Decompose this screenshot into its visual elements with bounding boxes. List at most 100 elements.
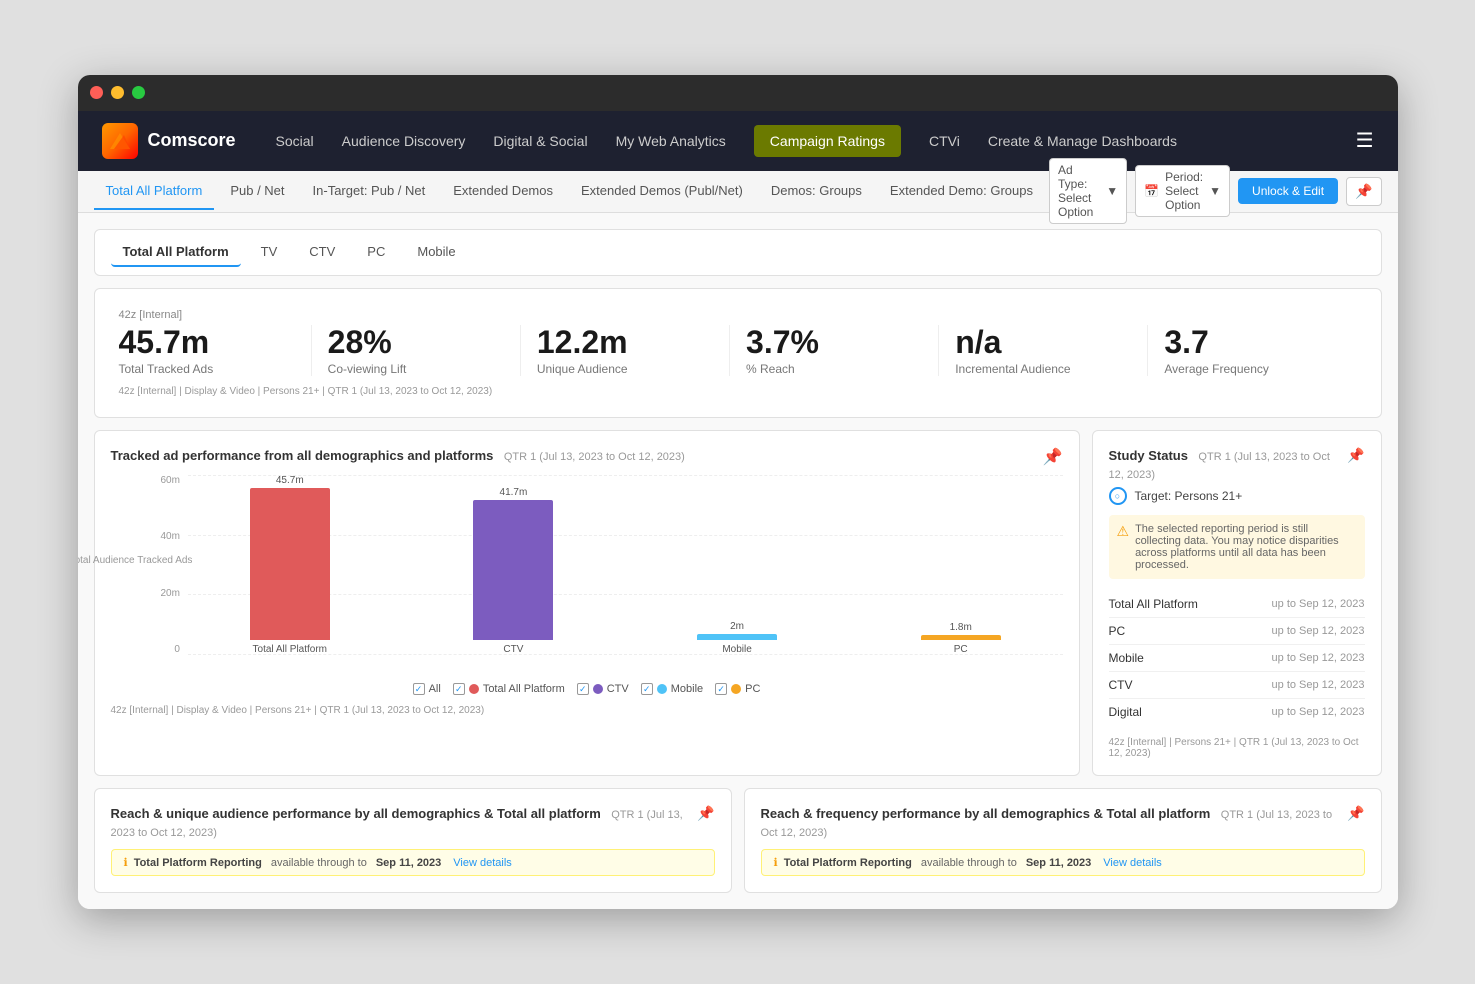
nav-ctvi[interactable]: CTVi [929,125,960,157]
bar-pc: 1.8m PC [859,622,1063,655]
status-date-0: up to Sep 12, 2023 [1272,598,1365,610]
notice-left-suffix: available through to [271,857,367,869]
chart-legend: ✓ All ✓ Total All Platform ✓ CTV ✓ [111,683,1063,695]
bar-mobile: 2m Mobile [635,621,839,655]
legend-check-total[interactable]: ✓ [453,683,465,695]
chart-pin-icon[interactable]: 📌 [1043,447,1063,467]
bottom-right-pin-icon[interactable]: 📌 [1347,805,1364,822]
status-row-4: Digital up to Sep 12, 2023 [1109,699,1365,725]
bottom-left-notice: ℹ Total Platform Reporting available thr… [111,849,715,876]
status-row-1: PC up to Sep 12, 2023 [1109,618,1365,645]
maximize-btn[interactable] [132,86,145,99]
study-header: Study Status QTR 1 (Jul 13, 2023 to Oct … [1109,447,1348,483]
metric-co-viewing: 28% Co-viewing Lift [312,325,521,376]
tab-pub-net[interactable]: Pub / Net [218,173,296,210]
tab-in-target[interactable]: In-Target: Pub / Net [301,173,438,210]
metric-total-tracked-ads: 45.7m Total Tracked Ads [119,325,312,376]
metrics-section: 42z [Internal] 45.7m Total Tracked Ads 2… [94,288,1382,418]
bar-ctv: 41.7m CTV [412,487,616,655]
legend-total: ✓ Total All Platform [453,683,565,695]
bottom-row: Reach & unique audience performance by a… [94,788,1382,893]
bottom-right-notice: ℹ Total Platform Reporting available thr… [761,849,1365,876]
legend-label-total: Total All Platform [483,683,565,695]
nav-web-analytics[interactable]: My Web Analytics [616,125,726,157]
metric-label-5: Average Frequency [1164,362,1340,376]
nav-campaign-ratings[interactable]: Campaign Ratings [754,125,901,157]
bottom-left-title: Reach & unique audience performance by a… [111,806,601,821]
status-row-3: CTV up to Sep 12, 2023 [1109,672,1365,699]
notice-right-date: Sep 11, 2023 [1026,857,1091,869]
metric-label-0: Total Tracked Ads [119,362,295,376]
y-label-0: 0 [174,644,180,655]
metric-label-4: Incremental Audience [955,362,1131,376]
metric-label-3: % Reach [746,362,922,376]
nav-digital[interactable]: Digital & Social [493,125,587,157]
close-btn[interactable] [90,86,103,99]
inner-tab-pc[interactable]: PC [355,238,397,267]
metrics-badge: 42z [Internal] [119,309,1357,321]
metric-value-3: 3.7% [746,325,922,360]
status-date-3: up to Sep 12, 2023 [1272,679,1365,691]
chart-period: QTR 1 (Jul 13, 2023 to Oct 12, 2023) [504,451,685,463]
legend-ctv: ✓ CTV [577,683,629,695]
unlock-edit-button[interactable]: Unlock & Edit [1238,178,1338,204]
legend-check-pc[interactable]: ✓ [715,683,727,695]
target-icon: ○ [1109,487,1127,505]
logo-name: Comscore [148,130,236,151]
tab-ext-demo-groups[interactable]: Extended Demo: Groups [878,173,1045,210]
y-label-60m: 60m [161,475,180,486]
bottom-right-card: Reach & frequency performance by all dem… [744,788,1382,893]
nav-dashboards[interactable]: Create & Manage Dashboards [988,125,1177,157]
tab-ext-demos[interactable]: Extended Demos [441,173,565,210]
metric-value-5: 3.7 [1164,325,1340,360]
hamburger-icon[interactable]: ☰ [1356,128,1374,153]
bottom-left-pin-icon[interactable]: 📌 [697,805,714,822]
period-select[interactable]: 📅 Period: Select Option ▼ [1135,165,1230,217]
legend-check-ctv[interactable]: ✓ [577,683,589,695]
metric-reach: 3.7% % Reach [730,325,939,376]
status-date-1: up to Sep 12, 2023 [1272,625,1365,637]
study-pin-icon[interactable]: 📌 [1347,447,1364,464]
study-footnote: 42z [Internal] | Persons 21+ | QTR 1 (Ju… [1109,737,1365,759]
metric-value-1: 28% [328,325,504,360]
tab-demos-groups[interactable]: Demos: Groups [759,173,874,210]
inner-tab-mobile[interactable]: Mobile [405,238,467,267]
minimize-btn[interactable] [111,86,124,99]
notice-left-icon: ℹ [124,856,128,869]
metric-value-4: n/a [955,325,1131,360]
study-status-card: Study Status QTR 1 (Jul 13, 2023 to Oct … [1092,430,1382,776]
inner-tab-ctv[interactable]: CTV [297,238,347,267]
notice-left-date: Sep 11, 2023 [376,857,441,869]
tab-ext-demos-publ[interactable]: Extended Demos (Publ/Net) [569,173,755,210]
bar-chart-card: Tracked ad performance from all demograp… [94,430,1080,776]
bar-total [250,488,330,640]
warning-icon: ⚠ [1117,523,1130,571]
legend-check-all[interactable]: ✓ [413,683,425,695]
nav-audience[interactable]: Audience Discovery [342,125,466,157]
target-text: Target: Persons 21+ [1135,489,1243,503]
logo-area: Comscore [102,123,236,159]
tab-total-all-platform[interactable]: Total All Platform [94,173,215,210]
notice-right-bold: Total Platform Reporting [784,857,912,869]
main-window: Comscore Social Audience Discovery Digit… [78,75,1398,909]
bar-pc-bar [921,635,1001,640]
notice-left-link[interactable]: View details [453,857,512,869]
tab-bar: Total All Platform Pub / Net In-Target: … [78,171,1398,213]
nav-social[interactable]: Social [276,125,314,157]
legend-label-all: All [429,683,441,695]
legend-label-ctv: CTV [607,683,629,695]
notice-right-link[interactable]: View details [1103,857,1162,869]
metric-value-2: 12.2m [537,325,713,360]
charts-row: Tracked ad performance from all demograp… [94,430,1382,776]
ad-type-select[interactable]: Ad Type: Select Option ▼ [1049,158,1127,224]
legend-check-mobile[interactable]: ✓ [641,683,653,695]
metric-avg-freq: 3.7 Average Frequency [1148,325,1356,376]
metric-incremental: n/a Incremental Audience [939,325,1148,376]
notice-right-suffix: available through to [921,857,1017,869]
metric-label-1: Co-viewing Lift [328,362,504,376]
inner-tab-total[interactable]: Total All Platform [111,238,241,267]
inner-tab-tv[interactable]: TV [249,238,290,267]
nav-items: Social Audience Discovery Digital & Soci… [276,125,1356,157]
legend-dot-total [469,684,479,694]
pin-icon[interactable]: 📌 [1346,177,1381,206]
